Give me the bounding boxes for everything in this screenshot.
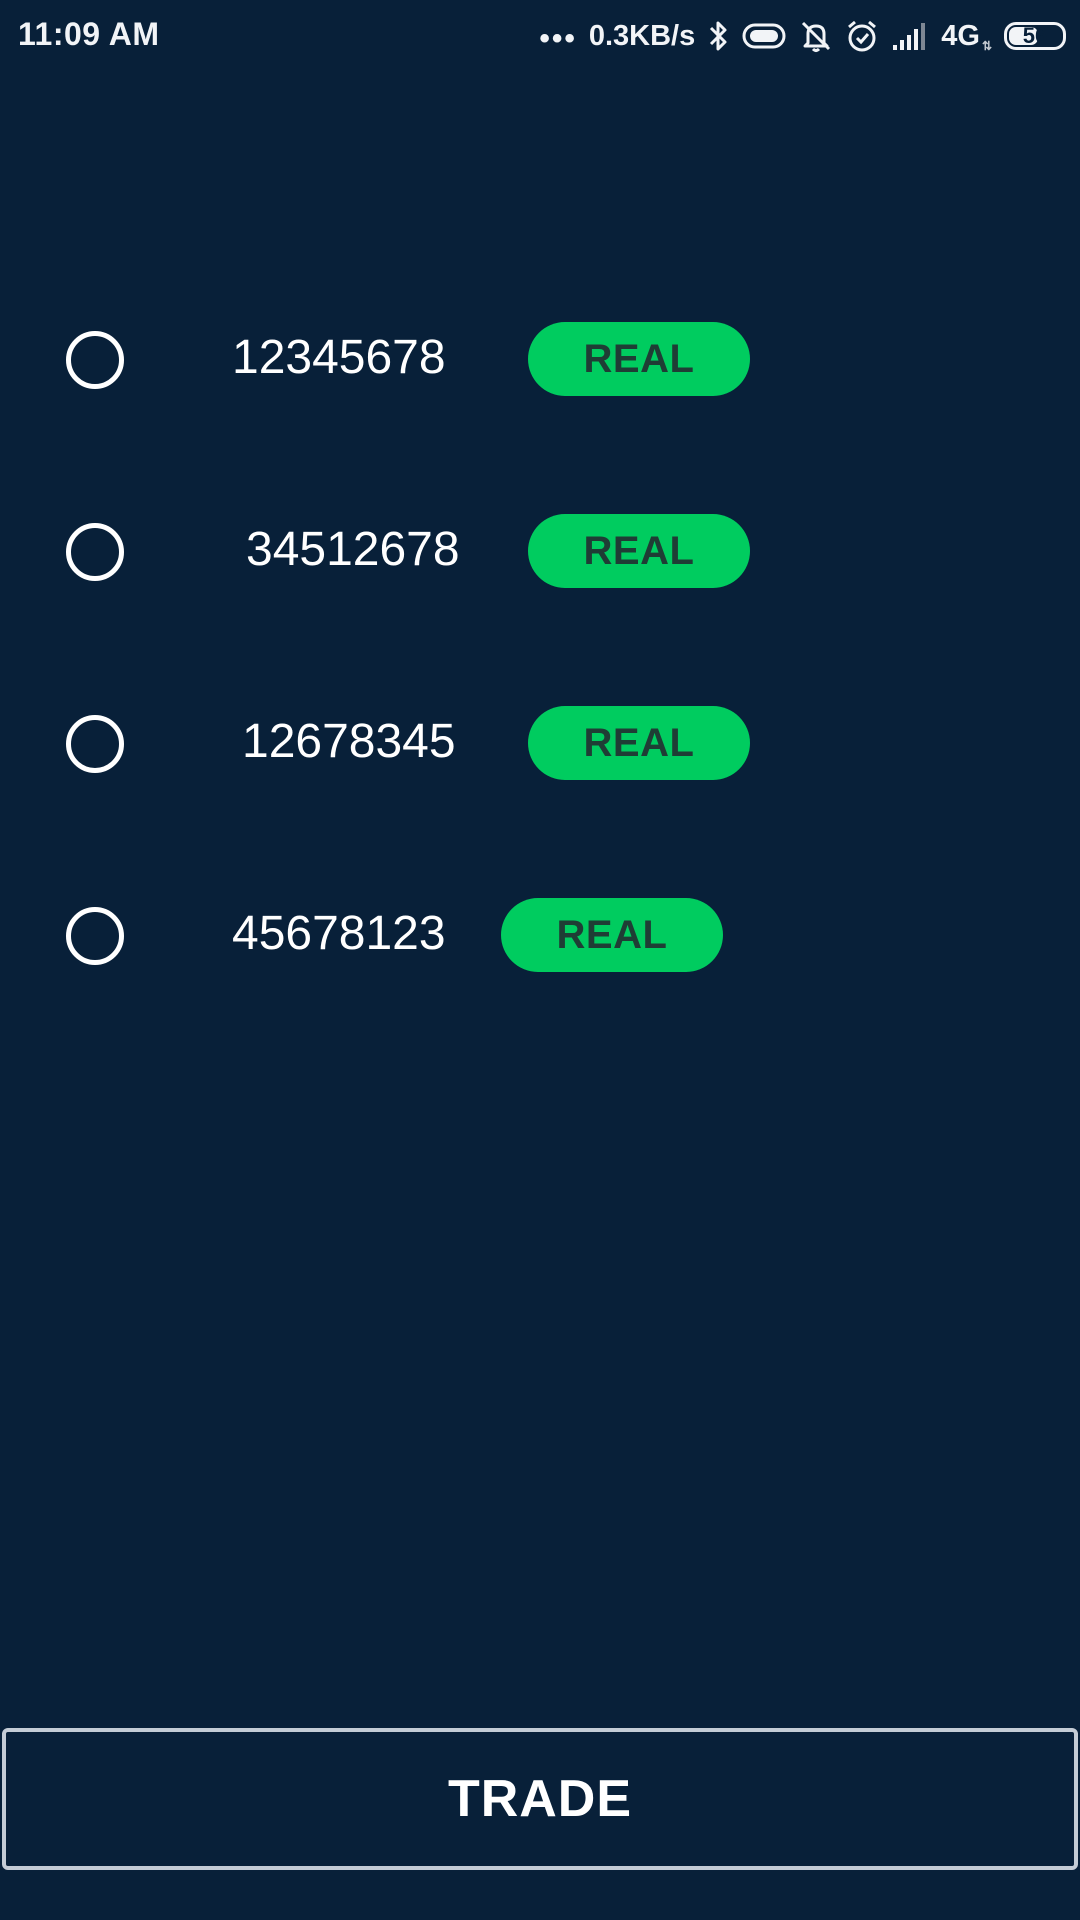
alarm-icon: [845, 19, 879, 53]
mute-bell-icon: [799, 19, 833, 53]
battery-level: 56: [1022, 23, 1048, 48]
account-number: 12345678: [232, 331, 446, 384]
account-radio-button[interactable]: [66, 715, 124, 773]
status-time: 11:09 AM: [18, 16, 160, 52]
status-bar: 11:09 AM ••• 0.3KB/s 4G ⇅ 56: [0, 0, 1080, 76]
account-radio-button[interactable]: [66, 907, 124, 965]
account-radio-button[interactable]: [66, 523, 124, 581]
status-icons: ••• 0.3KB/s 4G ⇅ 56: [539, 14, 1066, 58]
vibrate-icon: [741, 21, 787, 51]
real-account-badge: REAL: [528, 322, 750, 396]
more-notifications-icon: •••: [539, 22, 577, 55]
account-select-screen: 11:09 AM ••• 0.3KB/s 4G ⇅ 56 12345678 RE…: [0, 0, 1080, 1920]
account-row[interactable]: 34512678 REAL: [0, 512, 1080, 592]
account-row[interactable]: 45678123 REAL: [0, 896, 1080, 976]
account-radio-button[interactable]: [66, 331, 124, 389]
bluetooth-icon: [707, 19, 729, 53]
network-speed: 0.3KB/s: [588, 19, 696, 52]
account-row[interactable]: 12678345 REAL: [0, 704, 1080, 784]
signal-icon: [891, 21, 929, 51]
account-number: 34512678: [246, 523, 460, 576]
real-account-badge: REAL: [528, 706, 750, 780]
battery-icon: 56: [1004, 22, 1066, 50]
trade-button[interactable]: TRADE: [2, 1728, 1078, 1870]
real-account-badge: REAL: [501, 898, 723, 972]
real-account-badge: REAL: [528, 514, 750, 588]
account-number: 45678123: [232, 907, 446, 960]
network-type: 4G ⇅: [941, 19, 992, 53]
account-row[interactable]: 12345678 REAL: [0, 320, 1080, 400]
account-number: 12678345: [242, 715, 456, 768]
